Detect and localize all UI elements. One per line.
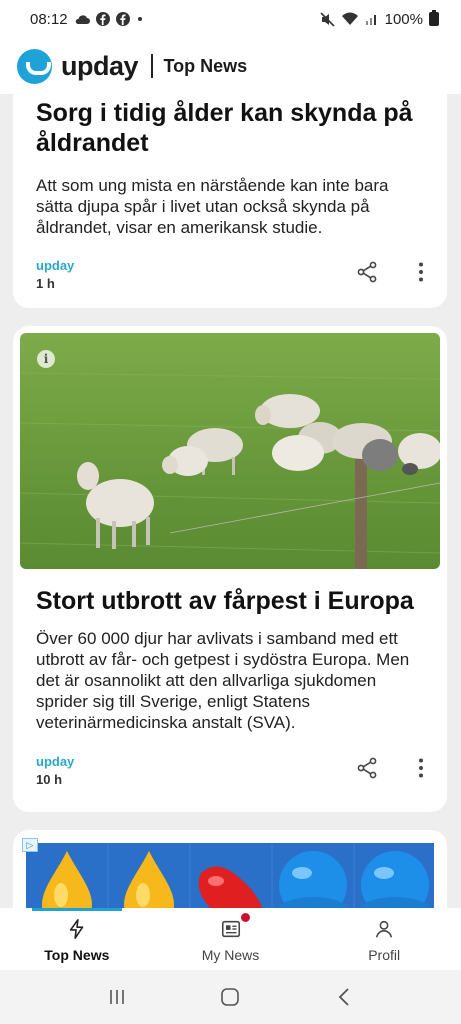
status-time: 08:12 [30, 10, 68, 28]
nav-profil[interactable]: Profil [307, 908, 461, 970]
wifi-icon [341, 12, 358, 25]
article-card[interactable]: i Stort utbrott av fårpest i Europa Över… [13, 326, 447, 812]
nav-my-news[interactable]: My News [154, 908, 308, 970]
dot-icon [137, 17, 142, 21]
signal-icon [365, 15, 376, 25]
system-navigation-bar [0, 970, 461, 1024]
article-title[interactable]: Sorg i tidig ålder kan skynda på åldrand… [13, 98, 447, 158]
candy-game-banner [26, 843, 434, 908]
ad-banner[interactable] [26, 843, 434, 908]
battery-icon [429, 10, 439, 26]
nav-top-news[interactable]: Top News [0, 908, 154, 970]
facebook-icon [95, 12, 110, 26]
section-title: Top News [163, 55, 248, 76]
info-icon[interactable]: i [37, 350, 55, 368]
mute-icon [320, 11, 335, 27]
article-image[interactable]: i [20, 333, 440, 569]
article-summary: Att som ung mista en närstående kan inte… [36, 176, 389, 237]
share-icon[interactable] [355, 756, 379, 780]
lightning-icon [69, 919, 84, 939]
header-divider [151, 54, 153, 78]
article-source[interactable]: upday [36, 754, 74, 769]
ad-choices-icon[interactable]: ▷ [22, 838, 38, 852]
more-options-icon[interactable] [409, 756, 433, 780]
nav-label: My News [201, 947, 260, 963]
notification-dot [240, 913, 250, 922]
back-button[interactable] [324, 982, 364, 1012]
brand-name: upday [61, 50, 139, 81]
news-card-icon [221, 920, 240, 938]
person-icon [376, 920, 393, 938]
article-title[interactable]: Stort utbrott av fårpest i Europa [13, 586, 437, 616]
nav-label: Profil [368, 947, 401, 963]
status-left: 08:12 [30, 11, 144, 28]
facebook-icon [115, 12, 130, 26]
status-right: 100% [320, 10, 439, 28]
app-header: upday Top News [0, 38, 461, 94]
cloud-icon [75, 15, 90, 24]
status-bar: 08:12 100% [0, 0, 461, 38]
sheep-grazing-photo [20, 333, 440, 569]
article-age: 10 h [36, 772, 63, 787]
recent-apps-icon [110, 990, 124, 1004]
article-source[interactable]: upday [36, 258, 74, 273]
article-summary: Över 60 000 djur har avlivats i samband … [36, 629, 410, 732]
nav-label: Top News [44, 947, 110, 963]
bottom-navigation: Top News My News Profil [0, 908, 461, 970]
home-button[interactable] [210, 982, 250, 1012]
back-icon [338, 988, 349, 1006]
share-icon[interactable] [355, 260, 379, 284]
home-icon [221, 988, 240, 1006]
more-options-icon[interactable] [409, 260, 433, 284]
battery-level: 100% [384, 10, 423, 28]
ad-card[interactable]: ▷ [13, 830, 447, 908]
article-age: 1 h [36, 276, 55, 291]
upday-logo-icon[interactable] [17, 48, 52, 84]
article-card[interactable]: Sorg i tidig ålder kan skynda på åldrand… [13, 94, 447, 308]
recent-apps-button[interactable] [97, 982, 137, 1012]
news-feed[interactable]: Sorg i tidig ålder kan skynda på åldrand… [0, 94, 461, 908]
